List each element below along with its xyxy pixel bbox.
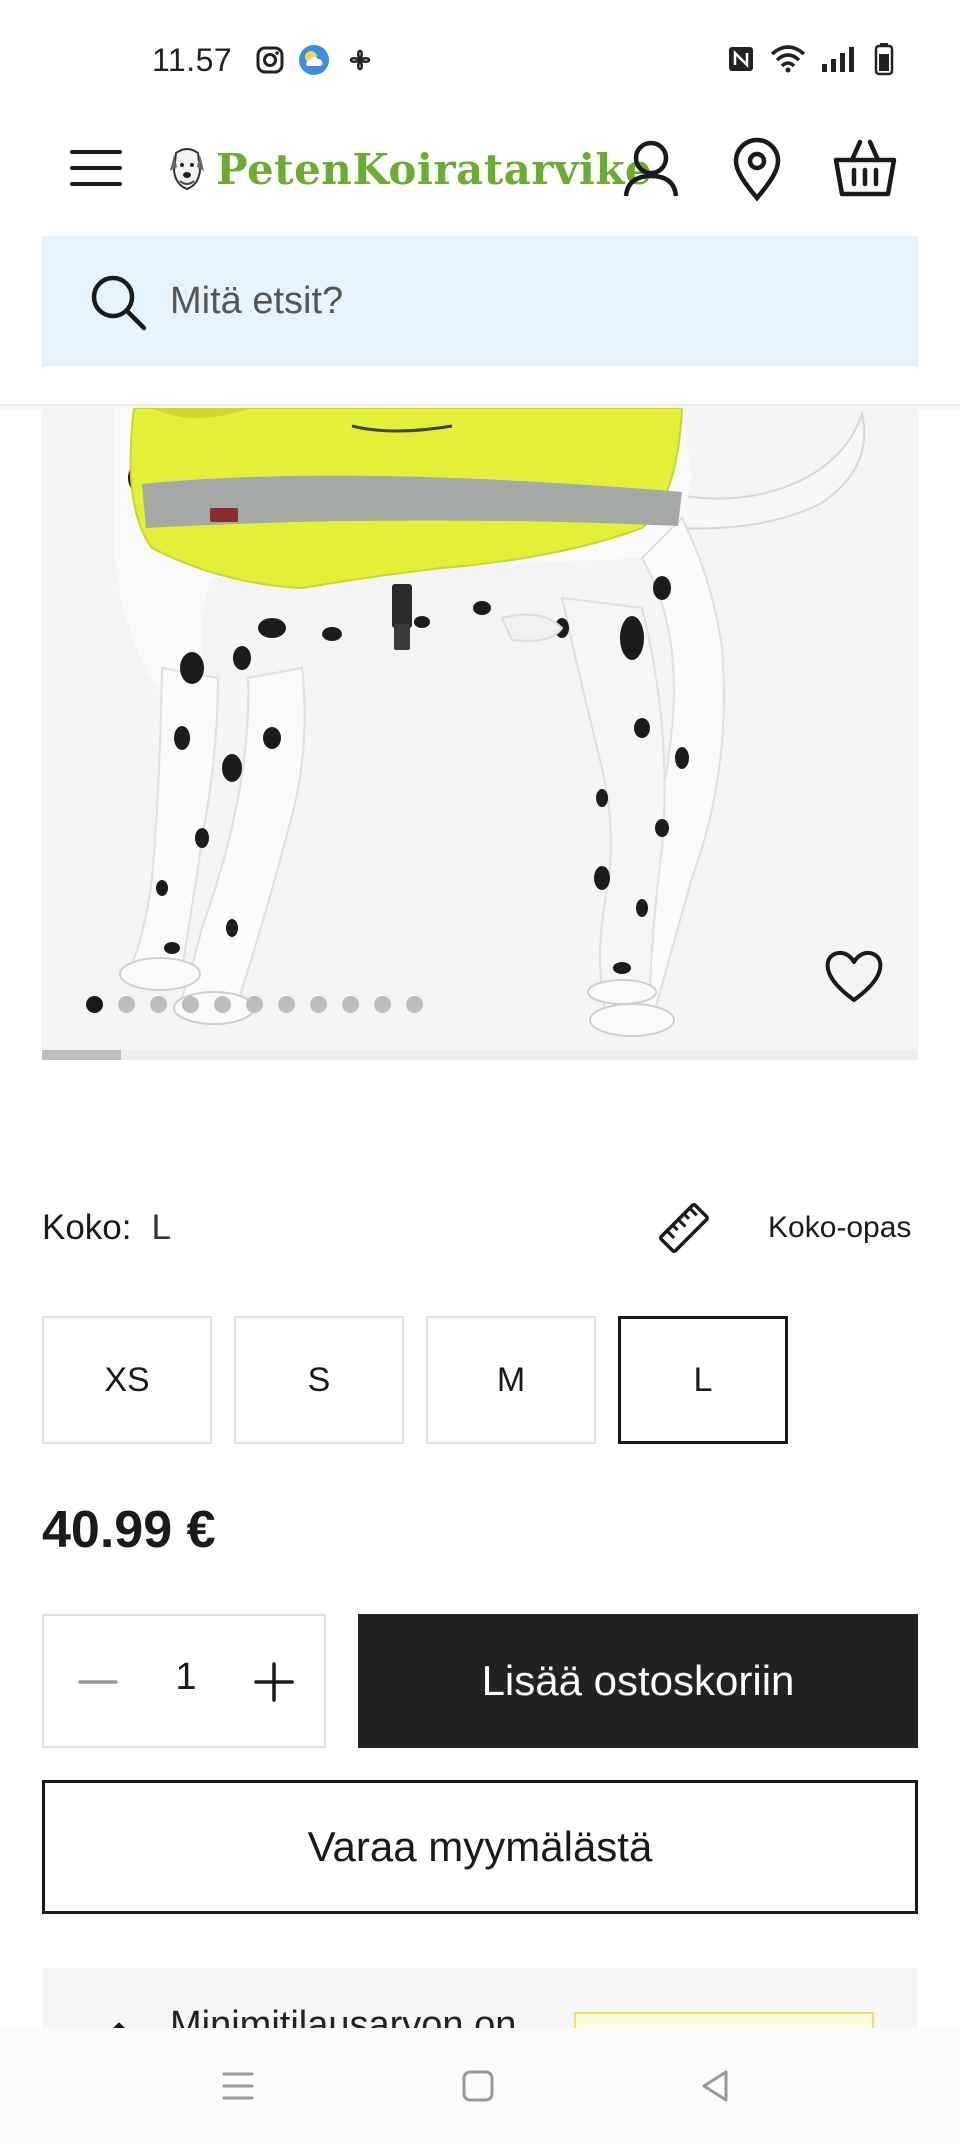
plus-icon[interactable]	[248, 1656, 300, 1708]
status-bar: 11.57	[0, 0, 960, 120]
gallery-dot[interactable]	[246, 996, 263, 1013]
favorite-heart-icon[interactable]	[822, 944, 886, 1008]
status-time: 11.57	[152, 42, 233, 78]
search-input[interactable]	[170, 266, 870, 336]
gallery-dot[interactable]	[86, 996, 103, 1013]
gallery-dot[interactable]	[406, 996, 423, 1013]
gallery-dot[interactable]	[214, 996, 231, 1013]
size-option-l[interactable]: L	[618, 1316, 788, 1444]
recent-apps-icon[interactable]	[216, 2064, 260, 2108]
site-logo[interactable]: PetenKoiratarvike	[168, 134, 652, 204]
size-option-s[interactable]: S	[234, 1316, 404, 1444]
gallery-dot[interactable]	[118, 996, 135, 1013]
instagram-icon	[256, 46, 284, 74]
dog-logo-icon	[170, 148, 204, 191]
gallery-dot[interactable]	[150, 996, 167, 1013]
back-icon[interactable]	[694, 2064, 738, 2108]
site-header: PetenKoiratarvike	[0, 120, 960, 228]
gallery-dot[interactable]	[310, 996, 327, 1013]
wifi-icon	[770, 45, 806, 73]
gallery-dot[interactable]	[374, 996, 391, 1013]
nfc-icon	[729, 47, 753, 71]
ruler-icon	[659, 1203, 709, 1253]
product-image-gallery[interactable]	[42, 408, 918, 1060]
cart-basket-icon[interactable]	[832, 136, 898, 202]
size-label: Koko: L	[42, 1208, 171, 1248]
minus-icon[interactable]	[72, 1656, 124, 1708]
gallery-scroll-track	[42, 1050, 918, 1060]
gallery-pagination-dots	[86, 996, 423, 1013]
home-icon[interactable]	[456, 2064, 500, 2108]
gallery-dot[interactable]	[342, 996, 359, 1013]
quantity-value[interactable]: 1	[144, 1656, 228, 1699]
pinwheel-icon	[349, 49, 371, 71]
weather-icon	[299, 45, 329, 75]
system-navigation-bar	[0, 2028, 960, 2144]
search-icon[interactable]	[88, 272, 148, 332]
signal-icon	[822, 47, 854, 72]
gallery-dot[interactable]	[278, 996, 295, 1013]
store-location-icon[interactable]	[724, 136, 790, 202]
size-label-value: L	[151, 1208, 171, 1247]
reserve-in-store-button[interactable]: Varaa myymälästä	[42, 1780, 918, 1914]
size-option-xs[interactable]: XS	[42, 1316, 212, 1444]
search-bar	[42, 236, 918, 366]
gallery-dot[interactable]	[182, 996, 199, 1013]
gallery-scroll-indicator[interactable]	[42, 1050, 121, 1060]
size-options: XS S M L	[42, 1316, 788, 1444]
logo-text: PetenKoiratarvike	[216, 144, 653, 194]
size-option-m[interactable]: M	[426, 1316, 596, 1444]
size-guide-label: Koko-opas	[768, 1211, 912, 1244]
account-icon[interactable]	[618, 136, 684, 202]
product-price: 40.99 €	[42, 1501, 216, 1559]
battery-icon	[874, 43, 894, 76]
product-image	[42, 408, 918, 1060]
status-indicators	[726, 42, 894, 76]
quantity-stepper: 1	[42, 1614, 326, 1748]
size-guide-link[interactable]: Koko-opas	[656, 1200, 911, 1256]
add-to-cart-button[interactable]: Lisää ostoskoriin	[358, 1614, 918, 1748]
menu-icon[interactable]	[70, 142, 122, 194]
size-label-key: Koko:	[42, 1208, 132, 1247]
